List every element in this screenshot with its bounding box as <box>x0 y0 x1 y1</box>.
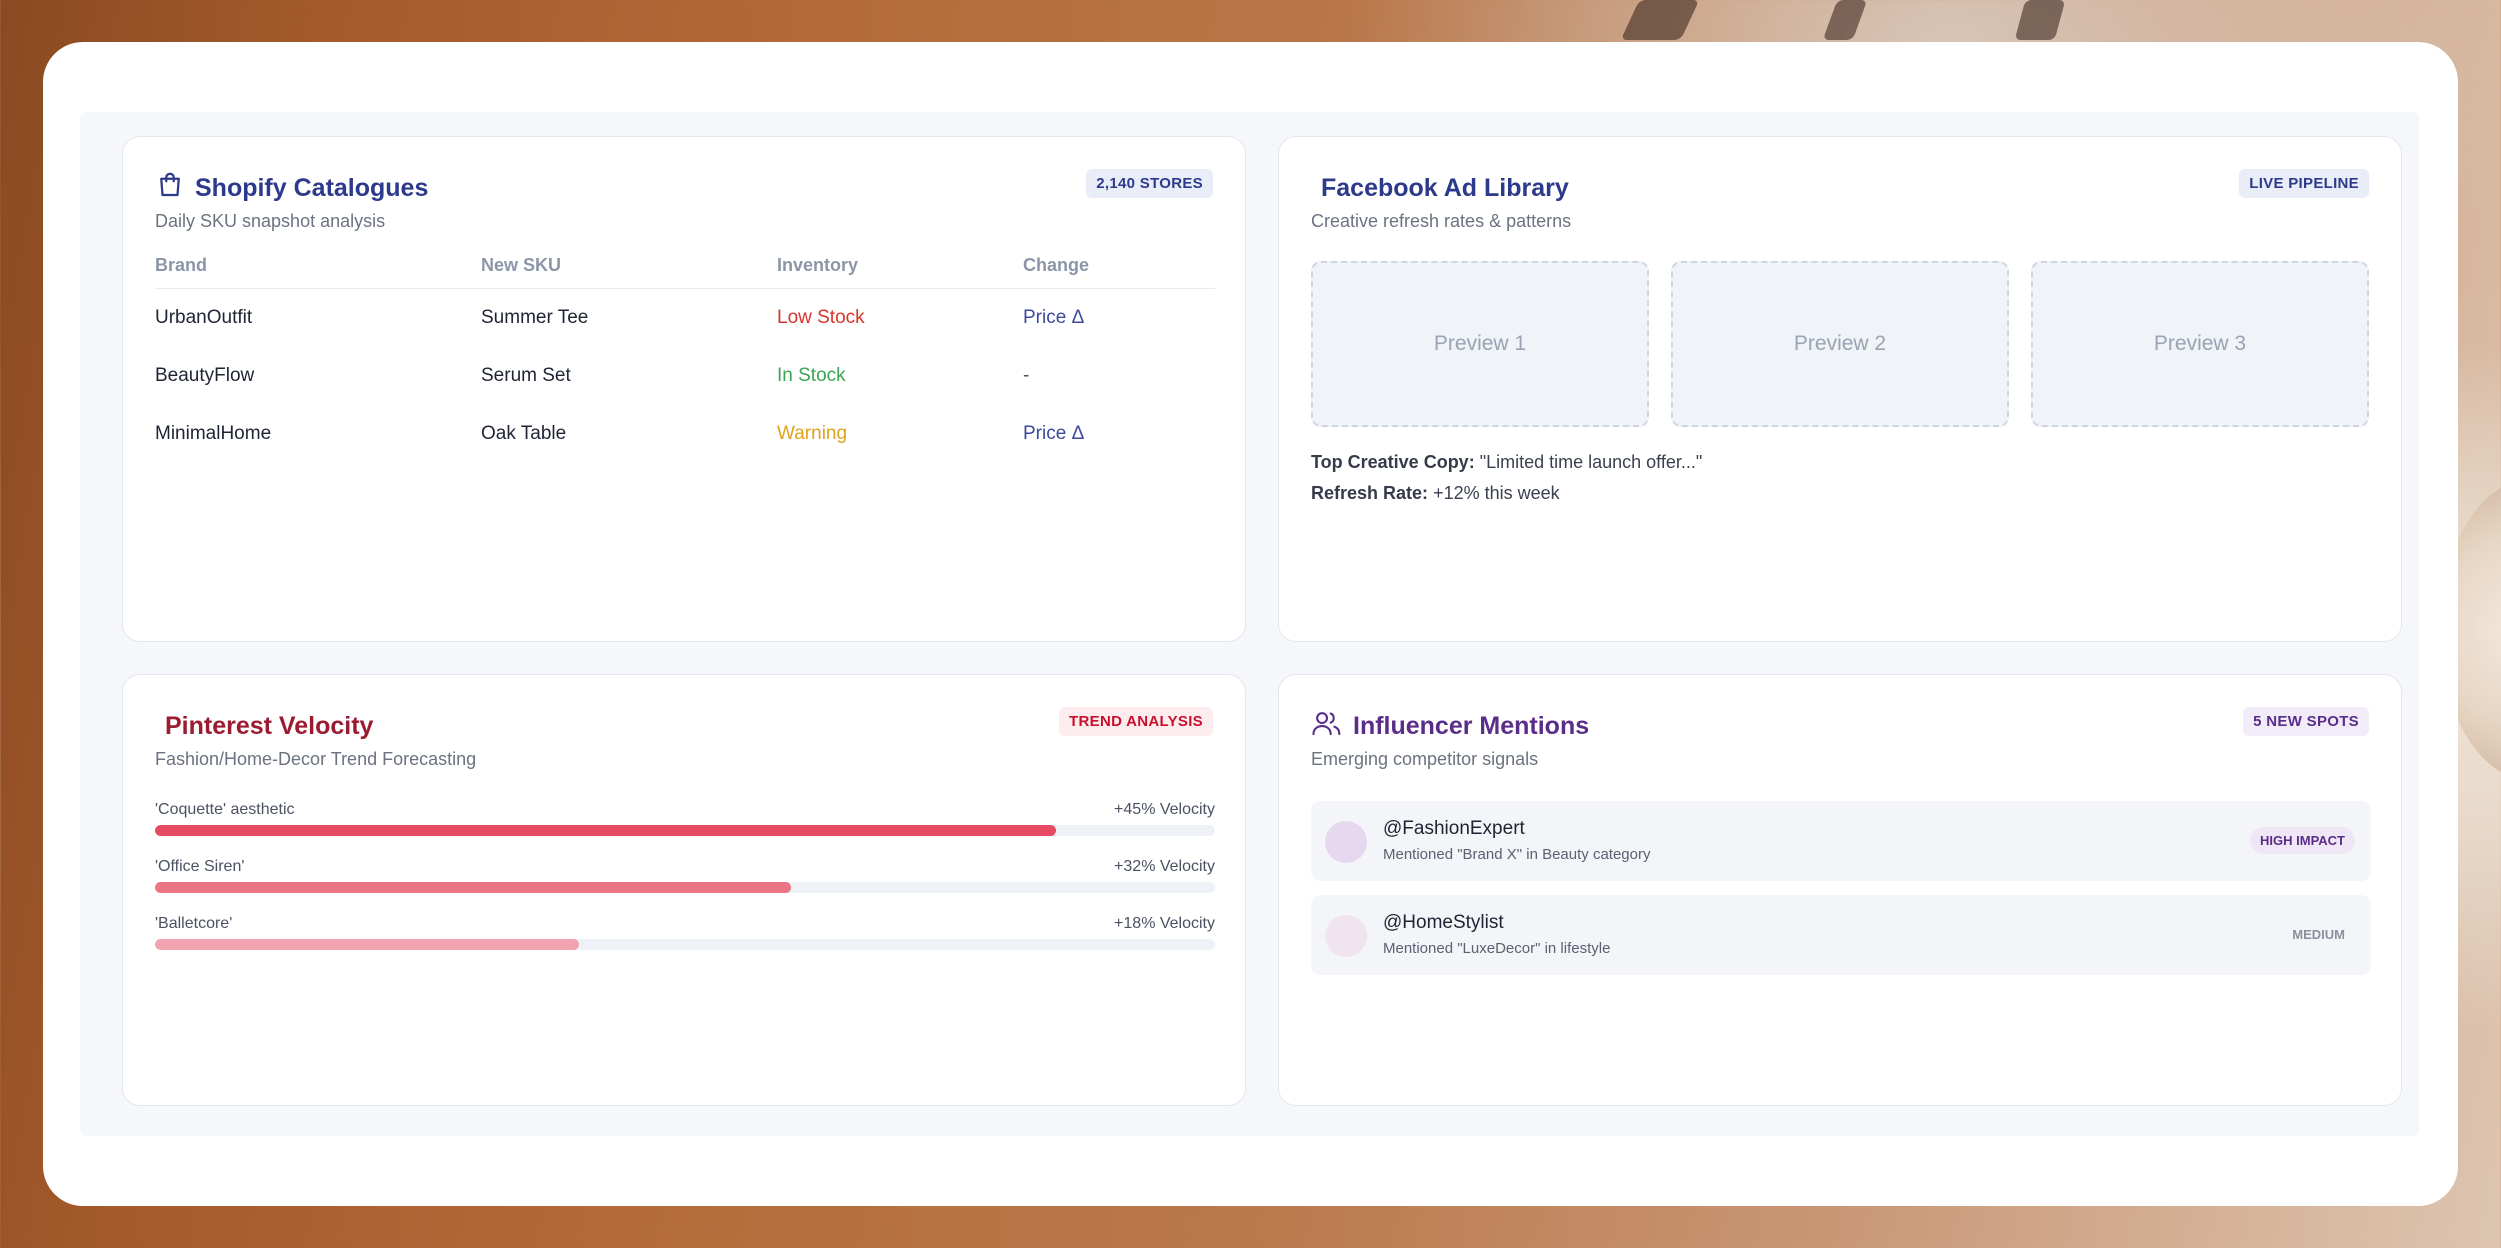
top-creative-copy: Top Creative Copy: "Limited time launch … <box>1311 452 1702 473</box>
trend-analysis-badge: TREND ANALYSIS <box>1059 707 1213 736</box>
trend-label: 'Coquette' aesthetic <box>155 801 295 818</box>
trend-item: 'Balletcore' +18% Velocity <box>155 915 1215 950</box>
trend-progress-fill <box>155 825 1056 836</box>
avatar <box>1325 915 1367 957</box>
shopping-bag-icon <box>155 170 185 207</box>
influencer-handle: @FashionExpert <box>1383 818 1525 839</box>
trend-label: 'Balletcore' <box>155 915 233 932</box>
avatar <box>1325 821 1367 863</box>
refresh-rate: Refresh Rate: +12% this week <box>1311 483 1560 504</box>
trend-velocity: +18% Velocity <box>1114 915 1215 932</box>
column-header-change: Change <box>1023 255 1215 289</box>
trend-progress-fill <box>155 939 579 950</box>
new-spots-badge: 5 NEW SPOTS <box>2243 707 2369 736</box>
influencer-mentions-card: Influencer Mentions Emerging competitor … <box>1278 674 2402 1106</box>
ad-preview-3[interactable]: Preview 3 <box>2031 261 2369 427</box>
facebook-title: Facebook Ad Library <box>1321 173 1569 202</box>
brand-cell: BeautyFlow <box>155 365 255 386</box>
refresh-rate-label: Refresh Rate: <box>1311 483 1429 503</box>
column-header-inventory: Inventory <box>777 255 1023 289</box>
sku-cell: Summer Tee <box>481 307 589 328</box>
pinterest-title: Pinterest Velocity <box>165 711 374 740</box>
influencer-item[interactable]: @HomeStylist Mentioned "LuxeDecor" in li… <box>1311 895 2371 975</box>
brand-cell: MinimalHome <box>155 423 272 444</box>
trend-velocity: +45% Velocity <box>1114 801 1215 818</box>
trend-progress-track <box>155 825 1215 836</box>
column-header-sku: New SKU <box>481 255 777 289</box>
trend-velocity: +32% Velocity <box>1114 858 1215 875</box>
column-header-brand: Brand <box>155 255 481 289</box>
inventory-cell: Low Stock <box>777 307 865 328</box>
refresh-rate-value: +12% this week <box>1433 483 1560 503</box>
shopify-title-text: Shopify Catalogues <box>195 173 429 202</box>
influencer-description: Mentioned "LuxeDecor" in lifestyle <box>1383 940 1611 957</box>
pinterest-velocity-card: Pinterest Velocity Fashion/Home-Decor Tr… <box>122 674 1246 1106</box>
stores-count-badge: 2,140 STORES <box>1086 169 1213 198</box>
trend-progress-fill <box>155 882 791 893</box>
ad-preview-2[interactable]: Preview 2 <box>1671 261 2009 427</box>
shopify-subtitle: Daily SKU snapshot analysis <box>155 211 386 231</box>
brand-cell: UrbanOutfit <box>155 307 253 328</box>
facebook-subtitle: Creative refresh rates & patterns <box>1311 211 1572 231</box>
influencer-title-text: Influencer Mentions <box>1353 711 1590 740</box>
trend-item: 'Coquette' aesthetic +45% Velocity <box>155 801 1215 836</box>
background-strap <box>2014 0 2066 40</box>
change-cell: Price Δ <box>1023 423 1085 444</box>
inventory-cell: Warning <box>777 423 848 444</box>
top-creative-copy-label: Top Creative Copy: <box>1311 452 1475 472</box>
trend-item: 'Office Siren' +32% Velocity <box>155 858 1215 893</box>
background-strap <box>1620 0 1700 40</box>
sku-table: Brand New SKU Inventory Change UrbanOutf… <box>155 255 1215 463</box>
inventory-cell: In Stock <box>777 365 846 386</box>
pinterest-subtitle: Fashion/Home-Decor Trend Forecasting <box>155 749 477 769</box>
change-cell: Price Δ <box>1023 307 1085 328</box>
top-creative-copy-value: "Limited time launch offer..." <box>1479 452 1703 472</box>
influencer-item[interactable]: @FashionExpert Mentioned "Brand X" in Be… <box>1311 801 2371 881</box>
impact-tag: HIGH IMPACT <box>2250 827 2355 854</box>
users-icon <box>1311 708 1343 745</box>
trend-progress-track <box>155 939 1215 950</box>
change-cell: - <box>1023 365 1030 386</box>
impact-tag: MEDIUM <box>2292 927 2345 942</box>
live-pipeline-badge: LIVE PIPELINE <box>2239 169 2369 198</box>
sku-cell: Serum Set <box>481 365 571 386</box>
table-row: BeautyFlow Serum Set In Stock - <box>155 347 1215 405</box>
shopify-catalogues-card: Shopify Catalogues Daily SKU snapshot an… <box>122 136 1246 642</box>
influencer-title: Influencer Mentions <box>1311 709 2369 743</box>
trend-label: 'Office Siren' <box>155 858 245 875</box>
shopify-title: Shopify Catalogues <box>155 171 1213 205</box>
table-header-row: Brand New SKU Inventory Change <box>155 255 1215 289</box>
table-row: UrbanOutfit Summer Tee Low Stock Price Δ <box>155 289 1215 348</box>
influencer-description: Mentioned "Brand X" in Beauty category <box>1383 846 1651 863</box>
background-strap <box>1822 0 1868 40</box>
trend-progress-track <box>155 882 1215 893</box>
influencer-handle: @HomeStylist <box>1383 912 1504 933</box>
sku-cell: Oak Table <box>481 423 567 444</box>
influencer-subtitle: Emerging competitor signals <box>1311 749 1539 769</box>
ad-preview-1[interactable]: Preview 1 <box>1311 261 1649 427</box>
facebook-ad-library-card: Facebook Ad Library Creative refresh rat… <box>1278 136 2402 642</box>
table-row: MinimalHome Oak Table Warning Price Δ <box>155 405 1215 463</box>
